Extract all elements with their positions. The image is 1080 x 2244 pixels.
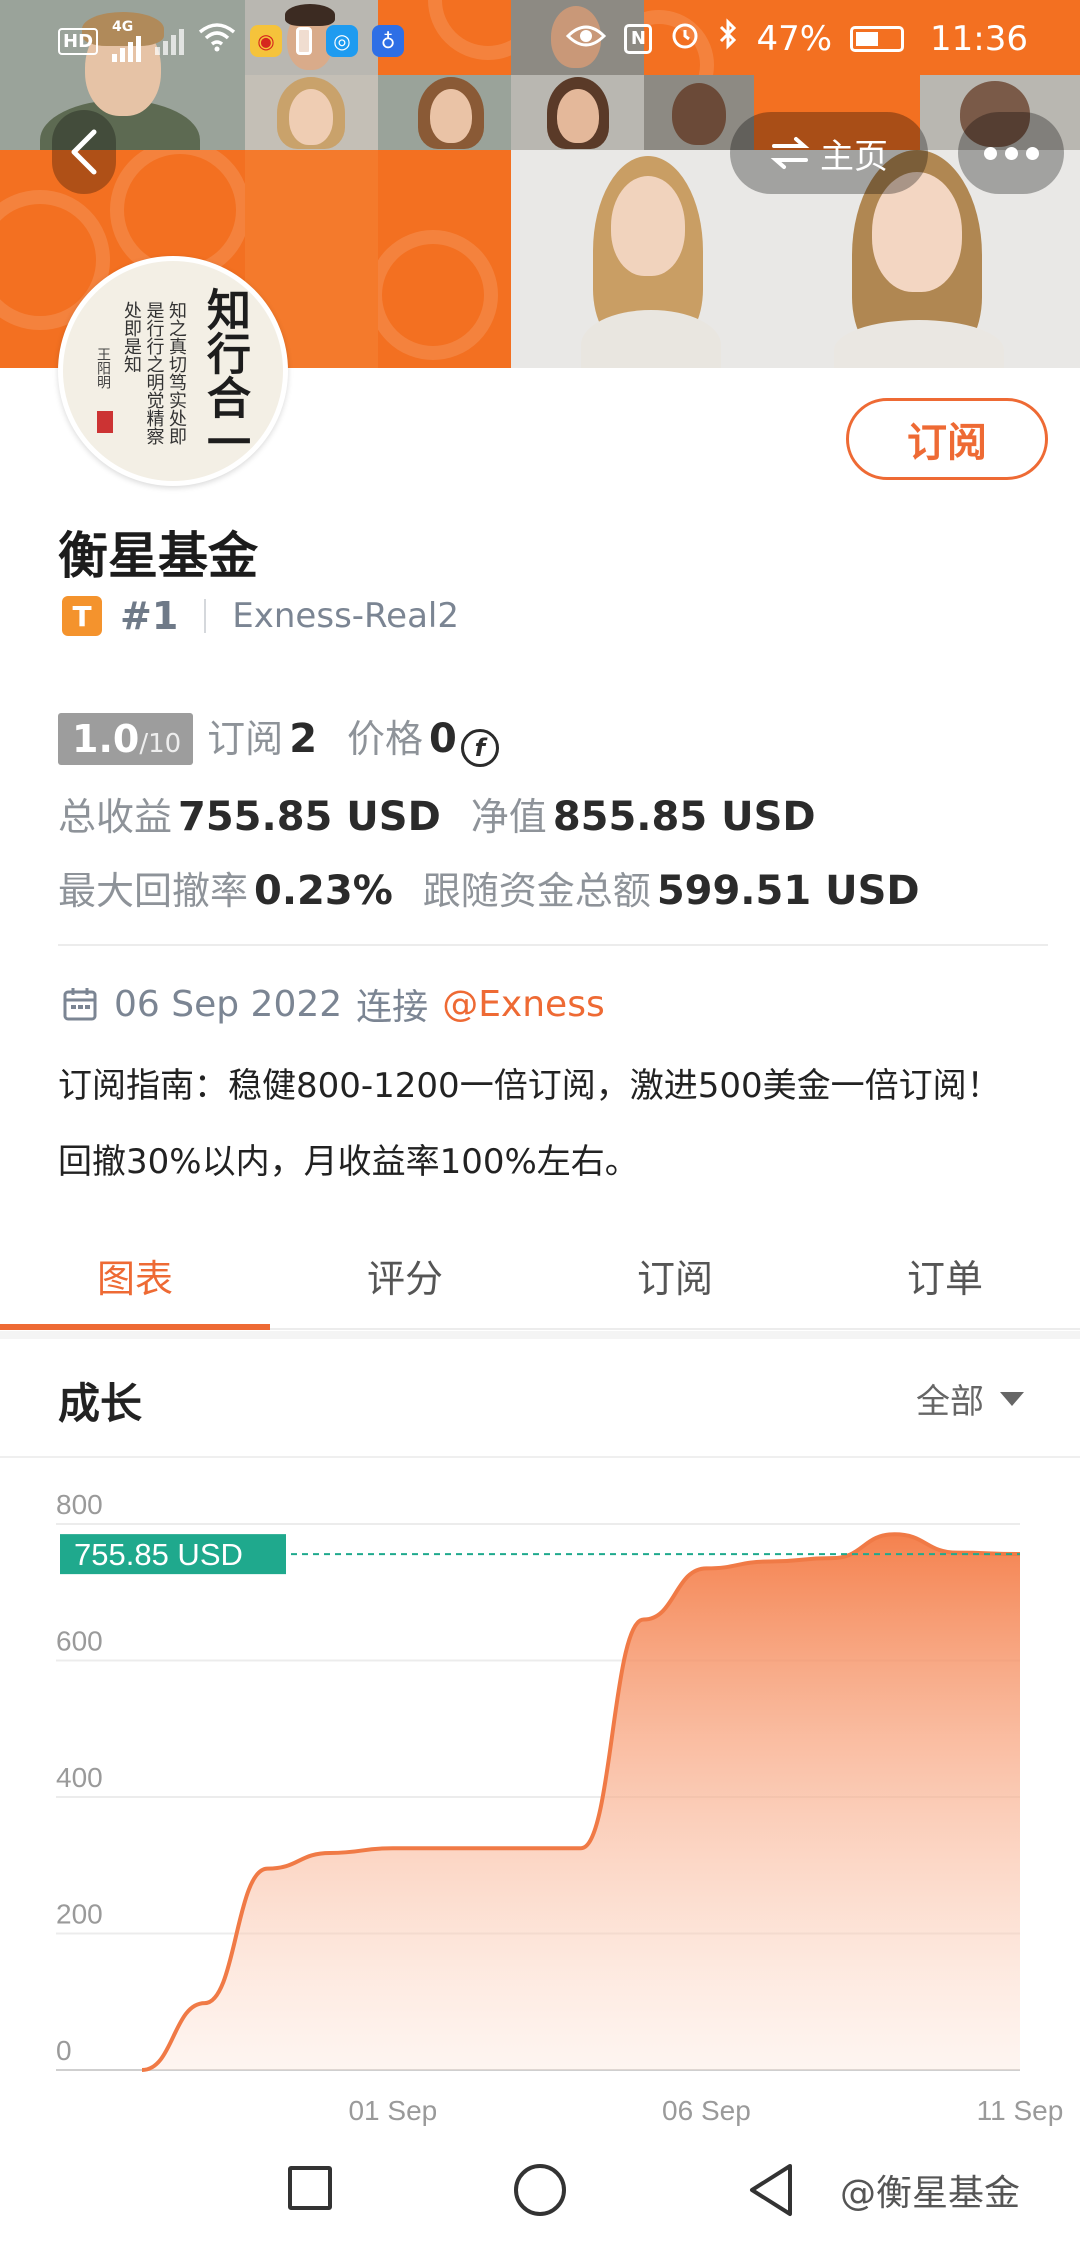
calendar-icon — [63, 988, 97, 1021]
banner-tile — [378, 150, 511, 368]
banner-photo-5 — [378, 75, 511, 150]
guide-line-1: 订阅指南：稳健800-1200一倍订阅，激进500美金一倍订阅！ — [58, 1066, 1001, 1106]
alarm-icon — [670, 19, 700, 59]
caret-down-icon — [1000, 1391, 1024, 1406]
total-profit-value: 755.85 USD — [178, 794, 441, 840]
y-tick-label: 200 — [56, 1899, 103, 1930]
profile-name: 衡星基金 — [58, 527, 258, 585]
score-max: /10 — [139, 729, 182, 759]
avatar-small-text: 知之真切笃实处即是行行之明觉精察处即是知 — [121, 301, 187, 445]
battery-percent: 47% — [756, 18, 833, 59]
growth-chart: 755.85 USD 0 200 400 600 800 01 Sep 06 Sep 11 S… — [56, 1489, 1064, 2126]
weibo-app-icon: ◉ — [250, 25, 283, 57]
subscribe-count-label: 订阅 — [207, 717, 284, 761]
rank-separator — [204, 599, 207, 633]
coin-icon: f — [460, 729, 499, 767]
tab-chart[interactable]: 图表 — [0, 1222, 270, 1330]
rank-label: #1 — [120, 594, 179, 638]
subscribe-button[interactable]: 订阅 — [846, 398, 1048, 480]
section-title: 成长 — [58, 1379, 143, 1428]
guide-line-2: 回撤30%以内，月收益率100%左右。 — [58, 1142, 639, 1182]
net-value-label: 净值 — [470, 795, 547, 839]
tab-subscribe[interactable]: 订阅 — [540, 1222, 810, 1328]
home-button[interactable]: 主页 — [730, 112, 928, 194]
wifi-icon — [198, 21, 236, 61]
recent-apps-button[interactable] — [288, 2166, 332, 2210]
follow-total-value: 599.51 USD — [656, 868, 920, 914]
trader-badge: T — [62, 596, 102, 636]
range-filter-label: 全部 — [916, 1382, 984, 1422]
max-drawdown-value: 0.23% — [254, 868, 393, 914]
stats-row-2: 总收益 755.85 USD 净值 855.85 USD — [58, 786, 1048, 841]
avatar[interactable]: 知行合一 知之真切笃实处即是行行之明觉精察处即是知 王阳明 — [58, 256, 288, 486]
avatar-seal — [97, 411, 113, 433]
rank-row: T #1 Exness-Real2 — [62, 594, 459, 638]
more-dots-icon — [983, 146, 1039, 160]
score-value: 1.0 — [72, 717, 140, 761]
stats-row-1: 1.0/10 订阅 2 价格 0 f — [58, 708, 1048, 767]
search-app-icon: ◎ — [326, 25, 359, 57]
bluetooth-icon — [718, 18, 738, 59]
signal-icon: 4G — [112, 19, 142, 62]
tab-orders[interactable]: 订单 — [810, 1222, 1080, 1328]
tab-bar: 图表 评分 订阅 订单 — [0, 1222, 1080, 1330]
y-tick-label: 600 — [56, 1626, 103, 1657]
connection-date: 06 Sep 2022 — [114, 983, 343, 1025]
eye-icon — [566, 19, 607, 59]
x-tick-label: 01 Sep — [348, 2095, 437, 2126]
subscribe-count-value: 2 — [289, 716, 318, 762]
chart-area — [141, 1532, 1021, 2072]
current-value-label: 755.85 USD — [74, 1537, 243, 1572]
watermark: @衡星基金 — [840, 2173, 1021, 2214]
home-button-label: 主页 — [820, 136, 888, 177]
status-right: N 47% 11:36 — [566, 18, 1028, 59]
nfc-icon: N — [624, 23, 653, 54]
bulb-app-icon: ♁ — [372, 25, 405, 57]
series-area — [142, 1534, 1020, 2070]
max-drawdown-label: 最大回撤率 — [58, 869, 249, 913]
total-profit-label: 总收益 — [58, 795, 173, 839]
account-label: Exness-Real2 — [232, 596, 459, 636]
y-tick-label: 0 — [56, 2035, 72, 2066]
back-nav-button[interactable] — [746, 2162, 796, 2218]
x-tick-label: 11 Sep — [977, 2095, 1064, 2126]
tab-rating[interactable]: 评分 — [270, 1222, 540, 1328]
stats-row-3: 最大回撤率 0.23% 跟随资金总额 599.51 USD — [58, 860, 1048, 915]
more-button[interactable] — [958, 112, 1064, 194]
signal-2-icon — [155, 27, 185, 55]
hd-badge: HD — [58, 27, 99, 55]
swap-icon — [770, 137, 810, 169]
banner-photo-6 — [511, 75, 644, 150]
battery-saver-icon — [296, 27, 313, 55]
status-bar: HD 4G ◉ ◎ ♁ N 47% 11:36 — [0, 0, 1080, 82]
y-tick-label: 800 — [56, 1489, 103, 1520]
back-button[interactable] — [52, 110, 116, 194]
range-filter-dropdown[interactable]: 全部 — [916, 1374, 1024, 1423]
section-gap — [0, 1331, 1080, 1339]
price-value: 0 — [429, 716, 457, 762]
banner-photo-8 — [511, 150, 754, 368]
status-left: HD 4G ◉ ◎ ♁ — [58, 19, 405, 62]
clock: 11:36 — [930, 18, 1028, 59]
divider — [58, 944, 1048, 946]
connection-row: 06 Sep 2022 连接 @Exness — [62, 978, 605, 1030]
system-nav-bar: @衡星基金 — [0, 2140, 1080, 2244]
net-value-value: 855.85 USD — [552, 794, 816, 840]
battery-icon — [850, 25, 905, 52]
price-label: 价格 — [347, 717, 424, 761]
banner-photo-4 — [245, 75, 378, 150]
avatar-big-text: 知行合一 — [199, 287, 250, 463]
chevron-left-icon — [71, 129, 97, 175]
broker-link[interactable]: @Exness — [442, 984, 605, 1025]
x-tick-label: 06 Sep — [662, 2095, 751, 2126]
score-badge: 1.0/10 — [58, 713, 194, 765]
avatar-signature: 王阳明 — [95, 347, 111, 389]
section-divider — [0, 1456, 1080, 1458]
follow-total-label: 跟随资金总额 — [422, 869, 651, 913]
home-nav-button[interactable] — [514, 2164, 566, 2216]
connection-label: 连接 — [356, 987, 429, 1028]
y-tick-label: 400 — [56, 1762, 103, 1793]
network-type: 4G — [112, 19, 134, 35]
